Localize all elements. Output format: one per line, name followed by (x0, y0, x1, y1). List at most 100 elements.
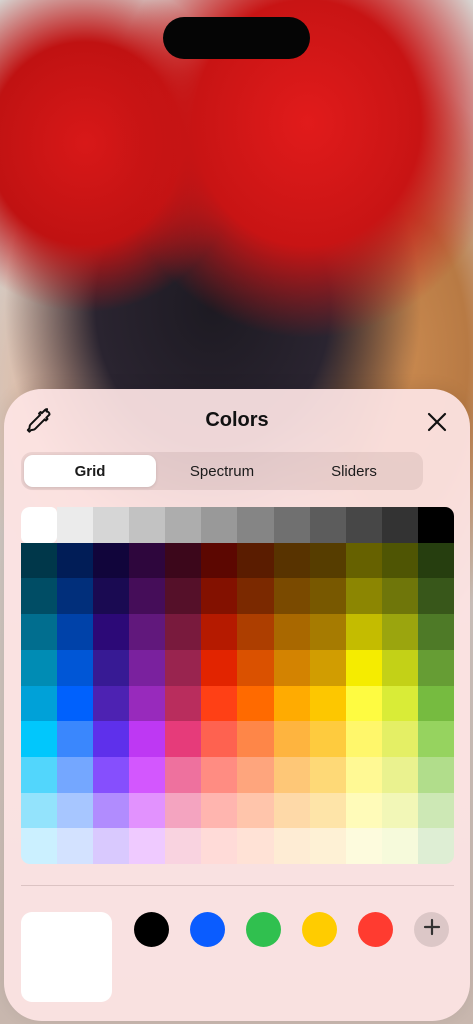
color-cell[interactable] (417, 507, 454, 543)
color-cell[interactable] (201, 578, 238, 615)
color-cell[interactable] (345, 614, 382, 650)
color-cell[interactable] (129, 756, 166, 793)
swatch-yellow[interactable] (302, 912, 337, 947)
color-cell[interactable] (381, 507, 418, 543)
color-cell[interactable] (345, 828, 382, 864)
color-cell[interactable] (165, 614, 202, 650)
color-cell[interactable] (21, 649, 58, 686)
color-cell[interactable] (237, 792, 274, 829)
color-cell[interactable] (417, 542, 454, 579)
color-cell[interactable] (273, 614, 310, 650)
color-cell[interactable] (381, 614, 418, 650)
color-cell[interactable] (129, 542, 166, 579)
color-cell[interactable] (273, 685, 310, 722)
color-cell[interactable] (417, 578, 454, 615)
color-cell[interactable] (129, 792, 166, 829)
tab-grid[interactable]: Grid (24, 455, 156, 487)
color-cell[interactable] (57, 542, 94, 579)
color-cell[interactable] (201, 507, 238, 543)
color-cell[interactable] (237, 614, 274, 650)
color-cell[interactable] (345, 721, 382, 757)
color-cell[interactable] (57, 792, 94, 829)
color-cell[interactable] (21, 578, 58, 615)
color-cell[interactable] (21, 685, 58, 722)
tab-sliders[interactable]: Sliders (288, 455, 420, 487)
color-cell[interactable] (93, 578, 130, 615)
color-cell[interactable] (129, 721, 166, 757)
color-cell[interactable] (165, 578, 202, 615)
color-cell[interactable] (417, 721, 454, 757)
close-icon[interactable] (422, 407, 452, 437)
color-cell[interactable] (129, 685, 166, 722)
color-cell[interactable] (309, 756, 346, 793)
color-cell[interactable] (309, 542, 346, 579)
color-cell[interactable] (21, 756, 58, 793)
color-cell[interactable] (93, 756, 130, 793)
color-cell[interactable] (237, 542, 274, 579)
color-cell[interactable] (165, 649, 202, 686)
color-cell[interactable] (345, 578, 382, 615)
color-cell[interactable] (21, 792, 58, 829)
color-cell[interactable] (201, 792, 238, 829)
color-cell[interactable] (165, 507, 202, 543)
color-cell[interactable] (201, 649, 238, 686)
color-cell[interactable] (165, 828, 202, 864)
color-cell[interactable] (345, 649, 382, 686)
swatch-blue[interactable] (190, 912, 225, 947)
color-cell[interactable] (201, 685, 238, 722)
color-cell[interactable] (237, 828, 274, 864)
color-cell[interactable] (417, 614, 454, 650)
color-cell[interactable] (309, 792, 346, 829)
color-cell[interactable] (237, 756, 274, 793)
color-cell[interactable] (309, 685, 346, 722)
color-cell[interactable] (165, 792, 202, 829)
color-cell[interactable] (309, 507, 346, 543)
color-cell[interactable] (129, 649, 166, 686)
color-cell[interactable] (237, 685, 274, 722)
color-cell[interactable] (165, 685, 202, 722)
color-cell[interactable] (309, 828, 346, 864)
color-cell[interactable] (381, 685, 418, 722)
color-cell[interactable] (93, 721, 130, 757)
color-cell[interactable] (57, 649, 94, 686)
tab-spectrum[interactable]: Spectrum (156, 455, 288, 487)
color-cell[interactable] (93, 792, 130, 829)
color-cell[interactable] (273, 507, 310, 543)
color-cell[interactable] (345, 685, 382, 722)
color-cell[interactable] (417, 685, 454, 722)
color-cell[interactable] (345, 507, 382, 543)
color-cell[interactable] (309, 649, 346, 686)
color-cell[interactable] (201, 721, 238, 757)
color-cell[interactable] (165, 756, 202, 793)
color-cell[interactable] (273, 649, 310, 686)
color-cell[interactable] (201, 756, 238, 793)
color-cell[interactable] (345, 756, 382, 793)
color-cell[interactable] (381, 828, 418, 864)
color-cell[interactable] (93, 507, 130, 543)
color-cell[interactable] (93, 828, 130, 864)
swatch-black[interactable] (134, 912, 169, 947)
color-cell[interactable] (417, 649, 454, 686)
color-cell[interactable] (237, 578, 274, 615)
color-cell[interactable] (237, 721, 274, 757)
color-cell[interactable] (273, 578, 310, 615)
color-cell[interactable] (345, 792, 382, 829)
color-cell[interactable] (57, 685, 94, 722)
color-cell[interactable] (57, 578, 94, 615)
color-cell[interactable] (21, 542, 58, 579)
color-cell[interactable] (237, 649, 274, 686)
color-cell[interactable] (201, 614, 238, 650)
color-cell[interactable] (201, 828, 238, 864)
color-cell[interactable] (273, 792, 310, 829)
color-cell[interactable] (129, 614, 166, 650)
color-cell[interactable] (57, 721, 94, 757)
color-cell-selected[interactable] (21, 507, 58, 543)
color-cell[interactable] (165, 542, 202, 579)
color-cell[interactable] (381, 578, 418, 615)
color-cell[interactable] (309, 614, 346, 650)
color-cell[interactable] (21, 721, 58, 757)
color-cell[interactable] (129, 828, 166, 864)
color-cell[interactable] (93, 649, 130, 686)
color-cell[interactable] (93, 542, 130, 579)
color-cell[interactable] (201, 542, 238, 579)
